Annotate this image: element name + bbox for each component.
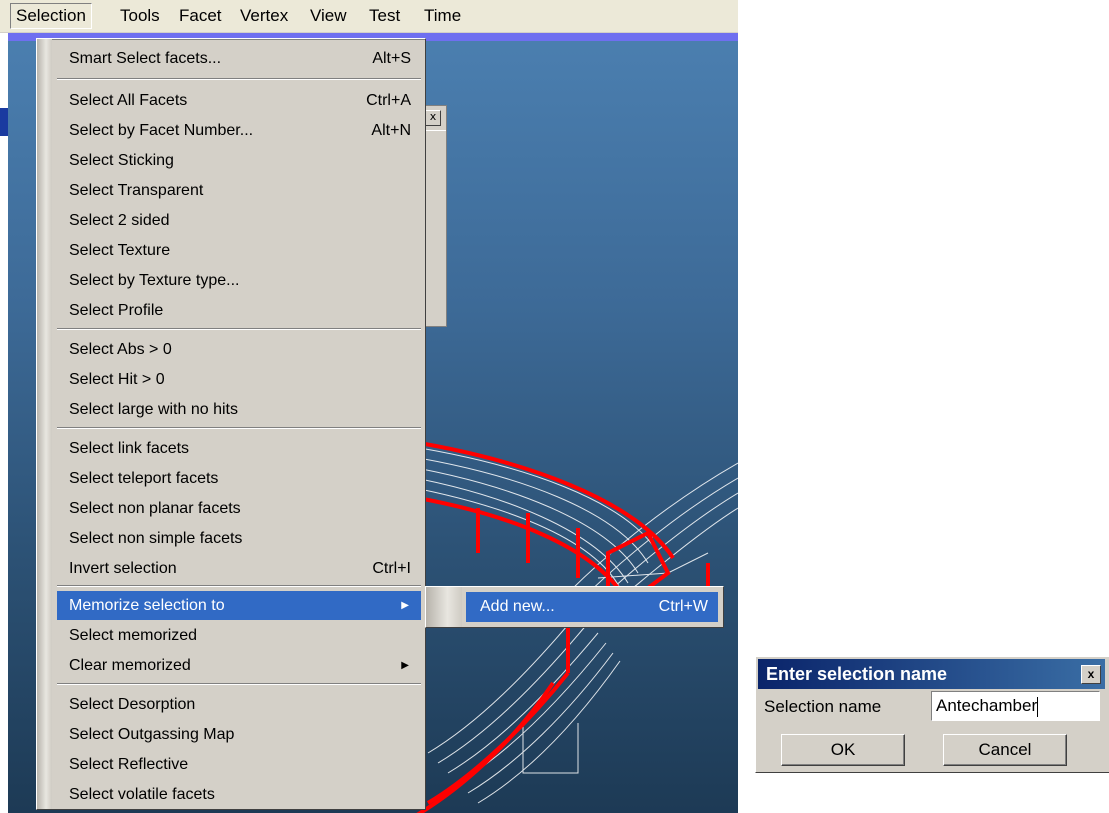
menu-item-select-texture-type[interactable]: Select by Texture type... (57, 266, 421, 295)
menu-item-select-sticking[interactable]: Select Sticking (57, 146, 421, 175)
menu-item-select-non-simple[interactable]: Select non simple facets (57, 524, 421, 553)
submenu-item-add-new[interactable]: Add new... Ctrl+W (466, 592, 718, 622)
selection-name-dialog: Enter selection name x Selection name An… (755, 656, 1109, 773)
menu-item-select-by-number[interactable]: Select by Facet Number... Alt+N (57, 116, 421, 145)
close-icon[interactable]: x (1081, 665, 1101, 684)
menu-item-memorize-selection[interactable]: Memorize selection to ▶ (57, 591, 421, 620)
menu-item-select-texture[interactable]: Select Texture (57, 236, 421, 265)
submenu-arrow-icon: ▶ (401, 660, 409, 671)
menu-item-select-2-sided[interactable]: Select 2 sided (57, 206, 421, 235)
dialog-title-bar[interactable]: Enter selection name x (758, 659, 1105, 689)
selection-menu: Smart Select facets... Alt+S Select All F… (36, 38, 426, 810)
menu-separator (57, 427, 421, 429)
menu-item-smart-select[interactable]: Smart Select facets... Alt+S (57, 44, 421, 73)
menu-vertex[interactable]: Vertex (235, 5, 293, 27)
cancel-button[interactable]: Cancel (943, 734, 1067, 766)
menu-item-select-large-no-hits[interactable]: Select large with no hits (57, 395, 421, 424)
menu-item-select-teleport[interactable]: Select teleport facets (57, 464, 421, 493)
menu-item-select-profile[interactable]: Select Profile (57, 296, 421, 325)
dialog-title: Enter selection name (766, 664, 948, 684)
menu-gutter (37, 39, 52, 809)
submenu-arrow-icon: ▶ (401, 600, 409, 611)
text-caret (1037, 696, 1039, 717)
menu-item-select-volatile[interactable]: Select volatile facets (57, 780, 421, 809)
menu-item-select-all[interactable]: Select All Facets Ctrl+A (57, 86, 421, 115)
menu-separator (57, 585, 421, 587)
panel-close-icon[interactable]: x (425, 110, 441, 126)
left-edge-marker (0, 108, 8, 136)
menu-bar: Selection Tools Facet Vertex View Test T… (0, 0, 738, 33)
menu-item-select-reflective[interactable]: Select Reflective (57, 750, 421, 779)
menu-item-select-non-planar[interactable]: Select non planar facets (57, 494, 421, 523)
menu-tools[interactable]: Tools (115, 5, 165, 27)
menu-item-select-desorption[interactable]: Select Desorption (57, 690, 421, 719)
menu-separator (57, 328, 421, 330)
selection-name-input[interactable]: Antechamber (931, 691, 1100, 721)
menu-separator (57, 683, 421, 685)
menu-item-clear-memorized[interactable]: Clear memorized ▶ (57, 651, 421, 680)
menu-view[interactable]: View (305, 5, 352, 27)
menu-facet[interactable]: Facet (174, 5, 227, 27)
menu-item-select-abs[interactable]: Select Abs > 0 (57, 335, 421, 364)
menu-item-select-hit[interactable]: Select Hit > 0 (57, 365, 421, 394)
menu-item-select-outgassing-map[interactable]: Select Outgassing Map (57, 720, 421, 749)
menu-item-invert-selection[interactable]: Invert selection Ctrl+I (57, 554, 421, 583)
ok-button[interactable]: OK (781, 734, 905, 766)
menu-item-select-link[interactable]: Select link facets (57, 434, 421, 463)
menu-item-select-memorized[interactable]: Select memorized (57, 621, 421, 650)
submenu-gutter (426, 587, 462, 627)
menu-selection[interactable]: Selection (10, 3, 92, 29)
left-edge (0, 33, 8, 813)
menu-separator (57, 78, 421, 80)
selection-name-label: Selection name (764, 697, 882, 716)
menu-test[interactable]: Test (364, 5, 405, 27)
memorize-submenu: Add new... Ctrl+W (425, 586, 724, 628)
menu-time[interactable]: Time (419, 5, 466, 27)
menu-item-select-transparent[interactable]: Select Transparent (57, 176, 421, 205)
